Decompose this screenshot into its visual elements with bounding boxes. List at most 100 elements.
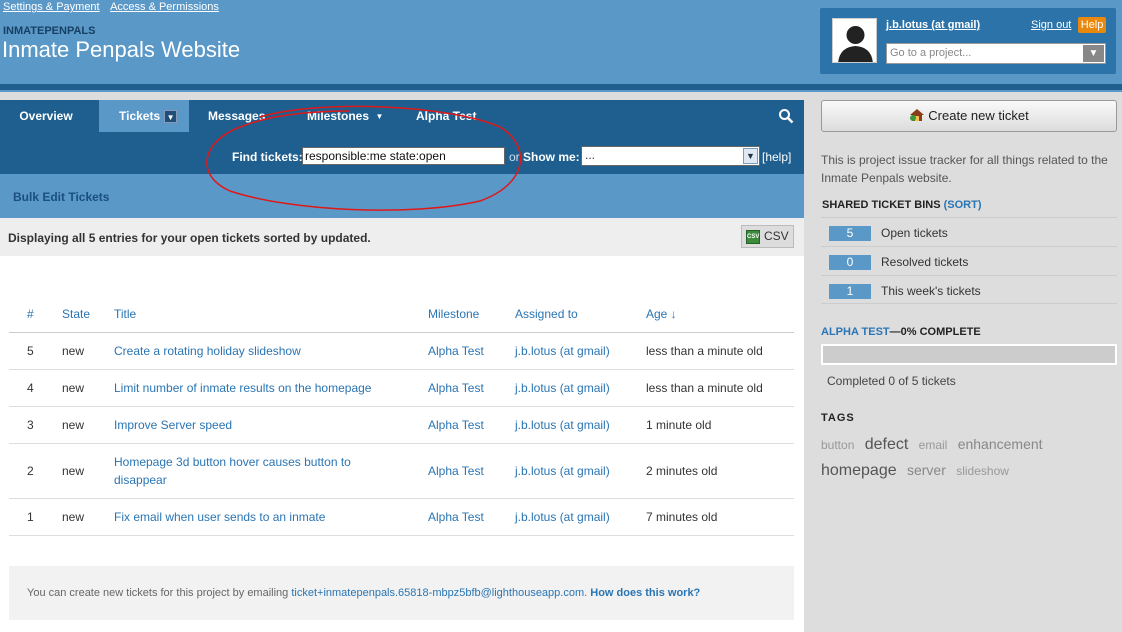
- col-state[interactable]: State: [62, 296, 114, 333]
- bin-open-tickets[interactable]: 5 Open tickets: [821, 217, 1117, 246]
- bin-label: This week's tickets: [881, 284, 981, 298]
- bulk-bar: Bulk Edit Tickets: [0, 174, 804, 218]
- ticket-title-link[interactable]: Homepage 3d button hover causes button t…: [114, 455, 351, 487]
- col-number[interactable]: #: [9, 296, 62, 333]
- ticket-milestone-link[interactable]: Alpha Test: [428, 510, 484, 524]
- col-age[interactable]: Age ↓: [646, 296, 794, 333]
- tag-button[interactable]: button: [821, 438, 854, 452]
- show-me-label: Show me:: [523, 150, 580, 164]
- bulk-edit-link[interactable]: Bulk Edit Tickets: [13, 190, 109, 204]
- sign-out-link[interactable]: Sign out: [1031, 19, 1071, 31]
- bin-resolved-tickets[interactable]: 0 Resolved tickets: [821, 246, 1117, 275]
- bins-sort-link[interactable]: (SORT): [944, 199, 982, 211]
- find-tickets-label: Find tickets:: [232, 150, 303, 164]
- ticket-state: new: [62, 498, 114, 536]
- project-description: This is project issue tracker for all th…: [821, 153, 1108, 185]
- bin-week-tickets[interactable]: 1 This week's tickets: [821, 275, 1117, 304]
- ticket-assignee-link[interactable]: j.b.lotus (at gmail): [515, 510, 610, 524]
- header: Settings & Payment Access & Permissions …: [0, 0, 1122, 92]
- tags-title: TAGS: [821, 412, 855, 424]
- col-title[interactable]: Title: [114, 296, 428, 333]
- show-me-value: ...: [585, 148, 596, 162]
- search-icon[interactable]: [778, 108, 794, 124]
- tag-slideshow[interactable]: slideshow: [956, 464, 1009, 478]
- info-bar: Displaying all 5 entries for your open t…: [0, 218, 804, 256]
- find-help-link[interactable]: [help]: [762, 150, 791, 164]
- ticket-title-link[interactable]: Limit number of inmate results on the ho…: [114, 381, 371, 395]
- tag-email[interactable]: email: [919, 438, 948, 452]
- ticket-milestone-link[interactable]: Alpha Test: [428, 381, 484, 395]
- table-row: 3 new Improve Server speed Alpha Test j.…: [9, 406, 794, 444]
- settings-payment-link[interactable]: Settings & Payment: [3, 1, 100, 13]
- table-row: 5 new Create a rotating holiday slidesho…: [9, 332, 794, 370]
- ticket-assignee-link[interactable]: j.b.lotus (at gmail): [515, 464, 610, 478]
- ticket-assignee-link[interactable]: j.b.lotus (at gmail): [515, 418, 610, 432]
- goto-project-select[interactable]: Go to a project... ▼: [886, 43, 1106, 64]
- tab-milestones[interactable]: Milestones ▼: [307, 100, 386, 132]
- ticket-age: 1 minute old: [646, 406, 794, 444]
- chevron-down-icon[interactable]: ▼: [373, 110, 386, 123]
- col-assigned[interactable]: Assigned to: [515, 296, 646, 333]
- tag-cloud: button defect email enhancement homepage…: [821, 432, 1121, 484]
- ticket-milestone-link[interactable]: Alpha Test: [428, 344, 484, 358]
- ticket-assignee-link[interactable]: j.b.lotus (at gmail): [515, 344, 610, 358]
- footer-dot: .: [584, 587, 588, 599]
- tab-overview[interactable]: Overview: [0, 100, 92, 132]
- chevron-down-icon[interactable]: ▼: [743, 148, 758, 164]
- col-milestone[interactable]: Milestone: [428, 296, 515, 333]
- tab-label: Tickets: [119, 109, 161, 123]
- sidebar: Create new ticket This is project issue …: [812, 100, 1122, 632]
- footer-text: You can create new tickets for this proj…: [27, 587, 289, 599]
- tab-messages[interactable]: Messages: [208, 100, 265, 132]
- csv-export-button[interactable]: CSV CSV: [741, 225, 794, 248]
- new-ticket-icon: [910, 109, 925, 121]
- milestone-link[interactable]: ALPHA TEST: [821, 326, 890, 338]
- chevron-down-icon[interactable]: ▼: [164, 110, 178, 124]
- bin-label: Resolved tickets: [881, 255, 969, 269]
- create-ticket-button[interactable]: Create new ticket: [821, 100, 1117, 132]
- shared-bins-title: SHARED TICKET BINS (SORT): [822, 199, 982, 211]
- ticket-milestone-link[interactable]: Alpha Test: [428, 418, 484, 432]
- completed-count: Completed 0 of 5 tickets: [827, 374, 956, 388]
- project-title[interactable]: Inmate Penpals Website: [2, 37, 240, 63]
- ticket-number: 4: [9, 369, 62, 407]
- ticket-state: new: [62, 443, 114, 499]
- tag-defect[interactable]: defect: [865, 436, 909, 453]
- ticket-number: 3: [9, 406, 62, 444]
- user-box: j.b.lotus (at gmail) Sign out Help Go to…: [820, 8, 1116, 74]
- bin-count: 1: [829, 284, 871, 299]
- email-footer: You can create new tickets for this proj…: [9, 566, 794, 620]
- ticket-assignee-link[interactable]: j.b.lotus (at gmail): [515, 381, 610, 395]
- help-button[interactable]: Help: [1078, 17, 1106, 33]
- tab-alpha-test[interactable]: Alpha Test: [416, 100, 476, 132]
- ticket-number: 5: [9, 332, 62, 370]
- bin-label: Open tickets: [881, 226, 948, 240]
- how-does-this-work-link[interactable]: How does this work?: [590, 587, 700, 599]
- table-row: 1 new Fix email when user sends to an in…: [9, 498, 794, 536]
- ticket-state: new: [62, 406, 114, 444]
- ticket-email-link[interactable]: ticket+inmatepenpals.65818-mbpz5bfb@ligh…: [291, 587, 584, 599]
- tab-tickets[interactable]: Tickets ▼: [99, 100, 189, 132]
- ticket-milestone-link[interactable]: Alpha Test: [428, 464, 484, 478]
- ticket-title-link[interactable]: Improve Server speed: [114, 418, 232, 432]
- user-name-link[interactable]: j.b.lotus (at gmail): [886, 19, 980, 31]
- tag-homepage[interactable]: homepage: [821, 462, 897, 479]
- ticket-title-link[interactable]: Create a rotating holiday slideshow: [114, 344, 301, 358]
- email-footer-text: You can create new tickets for this proj…: [27, 587, 700, 599]
- tab-label: Overview: [19, 109, 73, 123]
- ticket-title-link[interactable]: Fix email when user sends to an inmate: [114, 510, 325, 524]
- project-code: INMATEPENPALS: [3, 25, 96, 37]
- tag-enhancement[interactable]: enhancement: [958, 436, 1043, 452]
- csv-label: CSV: [764, 229, 789, 243]
- tag-server[interactable]: server: [907, 462, 946, 478]
- table-row: 2 new Homepage 3d button hover causes bu…: [9, 443, 794, 499]
- find-tickets-input[interactable]: responsible:me state:open: [302, 147, 505, 165]
- chevron-down-icon[interactable]: ▼: [1083, 45, 1104, 62]
- show-me-select[interactable]: ... ▼: [581, 146, 760, 166]
- access-permissions-link[interactable]: Access & Permissions: [110, 1, 219, 13]
- milestone-progress-bar: [821, 344, 1117, 365]
- bins-title-text: SHARED TICKET BINS: [822, 199, 941, 211]
- table-header-row: # State Title Milestone Assigned to Age …: [9, 296, 794, 333]
- tab-label: Alpha Test: [416, 109, 477, 123]
- or-text: or: [509, 150, 520, 164]
